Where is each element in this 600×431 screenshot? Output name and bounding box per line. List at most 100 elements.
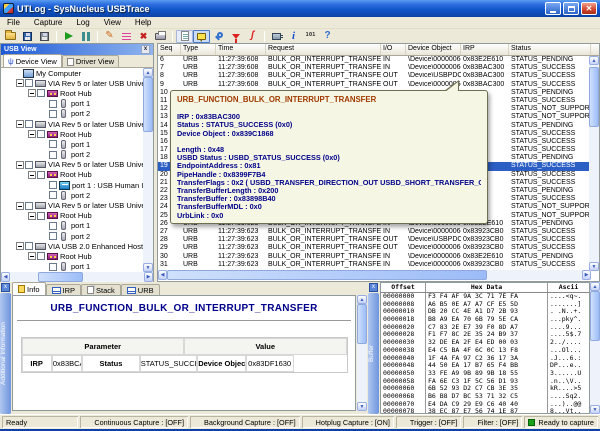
scroll-left-icon[interactable]: ◀ bbox=[1, 272, 10, 282]
tree-checkbox[interactable] bbox=[25, 202, 33, 210]
collapse-icon[interactable] bbox=[28, 130, 36, 138]
tree-item[interactable]: Root Hub bbox=[1, 129, 143, 139]
scroll-down-icon[interactable]: ▼ bbox=[357, 402, 367, 411]
tree-checkbox[interactable] bbox=[25, 79, 33, 87]
panel-close-icon[interactable]: x bbox=[1, 283, 10, 292]
col-io[interactable]: I/O bbox=[381, 44, 406, 55]
collapse-icon[interactable] bbox=[28, 212, 36, 220]
trace-row[interactable]: 27 URB 11:27:39:623 BULK_OR_INTERRUPT_TR… bbox=[158, 228, 591, 236]
col-request[interactable]: Request bbox=[266, 44, 381, 55]
open-file-icon[interactable] bbox=[2, 30, 19, 43]
info-tab[interactable]: Info bbox=[12, 282, 46, 295]
tab-driver-view[interactable]: Driver View bbox=[62, 55, 119, 67]
col-seq[interactable]: Seq bbox=[158, 44, 181, 55]
tree-checkbox[interactable] bbox=[49, 191, 57, 199]
trace-row[interactable]: 29 URB 11:27:39:623 BULK_OR_INTERRUPT_TR… bbox=[158, 244, 591, 252]
print-icon[interactable] bbox=[152, 30, 169, 43]
col-irp[interactable]: IRP bbox=[461, 44, 509, 55]
tree-item[interactable]: VIA Rev 5 or later USB Universal Host C bbox=[1, 78, 143, 88]
trace-vertical-scrollbar[interactable]: ▲ ▼ bbox=[589, 56, 599, 271]
tree-checkbox[interactable] bbox=[37, 252, 45, 260]
trace-row[interactable]: 28 URB 11:27:39:623 BULK_OR_INTERRUPT_TR… bbox=[158, 236, 591, 244]
collapse-icon[interactable] bbox=[28, 171, 36, 179]
scroll-up-icon[interactable]: ▲ bbox=[589, 56, 599, 65]
tree-checkbox[interactable] bbox=[49, 110, 57, 118]
usb-view-close-icon[interactable]: x bbox=[141, 45, 150, 54]
tree-vertical-scrollbar[interactable]: ▲ ▼ bbox=[143, 68, 153, 272]
tree-item[interactable]: VIA USB 2.0 Enhanced Host Controller bbox=[1, 241, 143, 251]
binary-view-icon[interactable]: 101 bbox=[302, 30, 319, 43]
hotplug-capture-icon[interactable] bbox=[268, 30, 285, 43]
tree-horizontal-scrollbar[interactable]: ◀ ▶ bbox=[1, 272, 153, 282]
log-columns-icon[interactable] bbox=[118, 30, 135, 43]
scroll-down-icon[interactable]: ▼ bbox=[143, 263, 153, 272]
minimize-button[interactable] bbox=[545, 2, 561, 15]
menu-item[interactable]: Log bbox=[69, 17, 96, 28]
tree-checkbox[interactable] bbox=[49, 222, 57, 230]
tree-checkbox[interactable] bbox=[49, 181, 57, 189]
tree-checkbox[interactable] bbox=[49, 151, 57, 159]
col-type[interactable]: Type bbox=[181, 44, 216, 55]
search-icon[interactable] bbox=[210, 30, 227, 43]
tree-item[interactable]: VIA Rev 5 or later USB Universal Host C bbox=[1, 200, 143, 210]
scroll-right-icon[interactable]: ▶ bbox=[144, 272, 153, 282]
start-capture-icon[interactable] bbox=[60, 30, 77, 43]
tree-checkbox[interactable] bbox=[49, 100, 57, 108]
menu-item[interactable]: File bbox=[0, 17, 27, 28]
collapse-icon[interactable] bbox=[28, 89, 36, 97]
info-tab[interactable]: IRP bbox=[46, 284, 82, 295]
scroll-right-icon[interactable]: ▶ bbox=[582, 270, 591, 280]
tree-item[interactable]: port 2 bbox=[1, 109, 143, 119]
scroll-down-icon[interactable]: ▼ bbox=[590, 405, 600, 414]
trace-row[interactable]: 9 URB 11:27:39:608 BULK_OR_INTERRUPT_TRA… bbox=[158, 81, 591, 89]
pause-capture-icon[interactable] bbox=[77, 30, 94, 43]
menu-item[interactable]: View bbox=[97, 17, 128, 28]
tree-item[interactable]: Root Hub bbox=[1, 211, 143, 221]
tree-checkbox[interactable] bbox=[25, 161, 33, 169]
col-status[interactable]: Status bbox=[509, 44, 591, 55]
tree-item[interactable]: port 2 bbox=[1, 190, 143, 200]
menu-item[interactable]: Help bbox=[128, 17, 158, 28]
tree-item[interactable]: port 2 bbox=[1, 231, 143, 241]
tree-checkbox[interactable] bbox=[25, 242, 33, 250]
scroll-up-icon[interactable]: ▲ bbox=[143, 68, 153, 77]
tree-item[interactable]: Root Hub bbox=[1, 251, 143, 261]
tree-checkbox[interactable] bbox=[49, 140, 57, 148]
hex-vertical-scrollbar[interactable]: ▲ ▼ bbox=[590, 282, 600, 414]
collapse-icon[interactable] bbox=[16, 79, 24, 87]
save-log-icon[interactable] bbox=[19, 30, 36, 43]
tree-checkbox[interactable] bbox=[37, 212, 45, 220]
maximize-button[interactable] bbox=[563, 2, 579, 15]
clear-log-icon[interactable]: ✖ bbox=[135, 30, 152, 43]
tree-checkbox[interactable] bbox=[37, 130, 45, 138]
collapse-icon[interactable] bbox=[16, 161, 24, 169]
collapse-icon[interactable] bbox=[28, 252, 36, 260]
trace-row[interactable]: 31 URB 11:27:39:623 BULK_OR_INTERRUPT_TR… bbox=[158, 261, 591, 269]
scroll-up-icon[interactable]: ▲ bbox=[357, 295, 367, 304]
trace-horizontal-scrollbar[interactable]: ◀ ▶ bbox=[158, 270, 591, 280]
tree-item[interactable]: VIA Rev 5 or later USB Universal Host C bbox=[1, 119, 143, 129]
raw-data-view-icon[interactable] bbox=[176, 30, 193, 43]
collapse-icon[interactable] bbox=[16, 242, 24, 250]
tooltip-toggle-icon[interactable] bbox=[193, 30, 210, 43]
col-time[interactable]: Time bbox=[216, 44, 266, 55]
tree-item[interactable]: port 1 bbox=[1, 221, 143, 231]
panel-close-icon[interactable]: x bbox=[369, 283, 378, 292]
close-button[interactable]: ✕ bbox=[581, 2, 597, 15]
col-device-object[interactable]: Device Object bbox=[406, 44, 461, 55]
collapse-icon[interactable] bbox=[16, 202, 24, 210]
trace-row[interactable]: 30 URB 11:27:39:623 BULK_OR_INTERRUPT_TR… bbox=[158, 253, 591, 261]
tree-item[interactable]: Root Hub bbox=[1, 170, 143, 180]
tree-item[interactable]: Root Hub bbox=[1, 88, 143, 98]
tree-item[interactable]: port 1 bbox=[1, 262, 143, 272]
scroll-up-icon[interactable]: ▲ bbox=[590, 282, 600, 291]
tree-item[interactable]: My Computer bbox=[1, 68, 143, 78]
tree-item[interactable]: port 1 bbox=[1, 99, 143, 109]
trace-row[interactable]: 8 URB 11:27:39:608 BULK_OR_INTERRUPT_TRA… bbox=[158, 72, 591, 80]
tree-item[interactable]: port 2 bbox=[1, 150, 143, 160]
tree-item[interactable]: port 1 bbox=[1, 139, 143, 149]
trace-row[interactable]: 6 URB 11:27:39:608 BULK_OR_INTERRUPT_TRA… bbox=[158, 56, 591, 64]
help-icon[interactable]: ? bbox=[319, 30, 336, 43]
menu-item[interactable]: Capture bbox=[27, 17, 69, 28]
tree-checkbox[interactable] bbox=[37, 89, 45, 97]
